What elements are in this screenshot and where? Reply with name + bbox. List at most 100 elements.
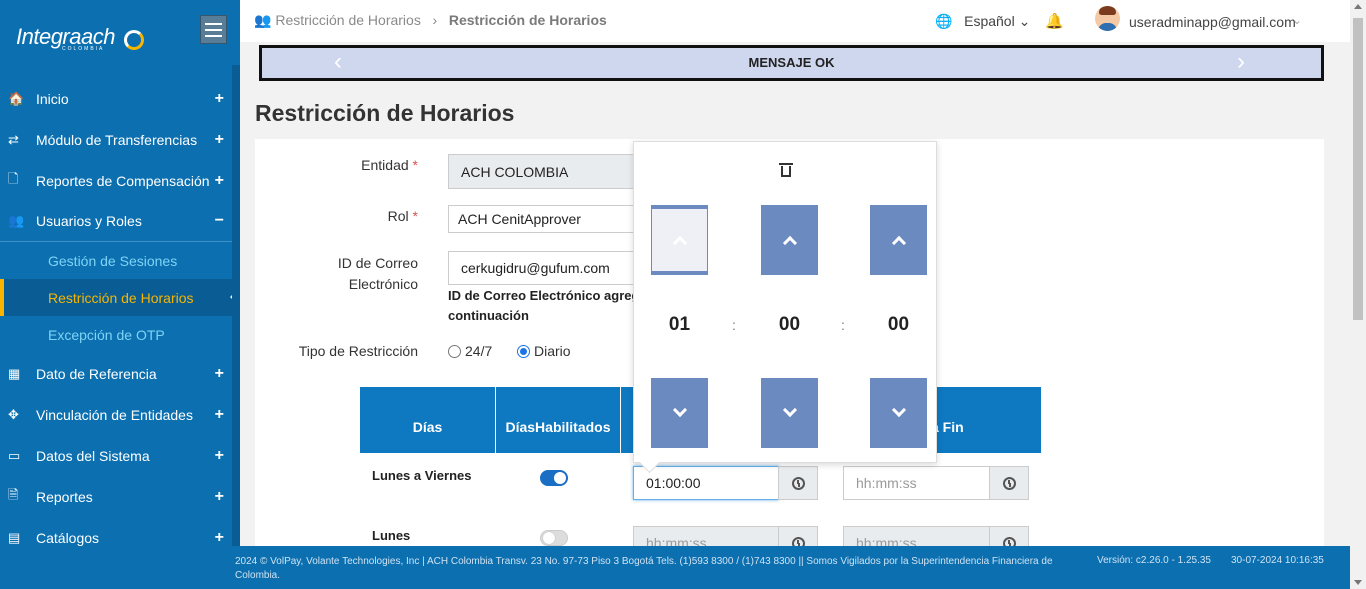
- email-help: ID de Correo Electrónico agreg continuaci…: [448, 288, 634, 323]
- sidebar-item-label: Inicio: [36, 90, 69, 107]
- expand-icon[interactable]: +: [215, 447, 224, 465]
- sidebar-subitem-horarios[interactable]: Restricción de Horarios: [0, 279, 240, 316]
- rol-select[interactable]: ACH CenitApprover: [448, 205, 634, 233]
- message-banner: ‹ MENSAJE OK ›: [259, 45, 1324, 81]
- minute-up-button[interactable]: [761, 205, 818, 275]
- expand-icon[interactable]: +: [215, 172, 224, 190]
- logo-ring-icon: [124, 30, 144, 50]
- sidebar-item-label: Catálogos: [36, 529, 100, 546]
- minute-value[interactable]: 00: [761, 314, 818, 336]
- expand-icon[interactable]: +: [215, 131, 224, 149]
- sidebar-subitem-otp[interactable]: Excepción de OTP: [0, 316, 240, 353]
- enabled-toggle[interactable]: [540, 470, 568, 486]
- transfer-icon: ⇄: [8, 131, 19, 147]
- hour-value[interactable]: 01: [651, 314, 708, 336]
- minute-down-button[interactable]: [761, 378, 818, 448]
- start-time-input[interactable]: 01:00:00: [633, 466, 779, 500]
- enabled-toggle[interactable]: [540, 530, 568, 546]
- expand-icon[interactable]: +: [215, 529, 224, 547]
- end-time-input[interactable]: hh:mm:ss: [843, 466, 990, 500]
- clock-icon[interactable]: [989, 466, 1029, 500]
- sidebar-item-sistema[interactable]: ▭ Datos del Sistema +: [0, 435, 240, 476]
- language-selector[interactable]: 🌐 Español ⌄: [935, 13, 1030, 30]
- clock-icon[interactable]: [778, 466, 818, 500]
- sidebar-item-label: Usuarios y Roles: [36, 213, 142, 229]
- chevron-right-icon[interactable]: ›: [1237, 48, 1245, 76]
- home-icon: 🏠: [8, 90, 25, 106]
- time-separator: :: [732, 317, 736, 333]
- page-scrollbar[interactable]: [1350, 0, 1366, 589]
- radio-icon[interactable]: [448, 344, 461, 358]
- app-root: Integraach COLOMBIA 🏠 Inicio + ⇄ Módulo …: [0, 0, 1366, 589]
- catalog-icon: ▤: [8, 529, 21, 545]
- entidad-field[interactable]: ACH COLOMBIA: [448, 154, 634, 189]
- second-value[interactable]: 00: [870, 314, 927, 336]
- sidebar-item-transferencias[interactable]: ⇄ Módulo de Transferencias +: [0, 119, 240, 160]
- radio-checked-icon[interactable]: [517, 344, 530, 358]
- chevron-up-icon: [672, 235, 687, 251]
- time-picker: 01 : 00 : 00: [633, 141, 937, 463]
- file-icon: 🗋: [8, 170, 19, 186]
- email-field[interactable]: cerkugidru@gufum.com: [448, 251, 634, 285]
- chevron-up-icon: [782, 235, 797, 251]
- sidebar-item-compensacion[interactable]: 🗋 Reportes de Compensación +: [0, 160, 240, 201]
- footer-version: Versión: c2.26.0 - 1.25.35: [1097, 555, 1211, 566]
- sidebar-item-inicio[interactable]: 🏠 Inicio +: [0, 78, 240, 119]
- row-label: Lunes: [372, 528, 411, 543]
- sidebar-item-reportes[interactable]: 🗎 Reportes +: [0, 476, 240, 517]
- breadcrumb-separator-icon: ›: [424, 12, 445, 28]
- sidebar-item-usuarios[interactable]: 👥 Usuarios y Roles −: [0, 201, 240, 242]
- language-label: Español: [964, 13, 1015, 29]
- hour-down-button[interactable]: [651, 378, 708, 448]
- chevron-down-icon: ⌄: [1018, 13, 1031, 29]
- banner-message: MENSAJE OK: [748, 55, 835, 70]
- sidebar-item-referencia[interactable]: ▦ Dato de Referencia +: [0, 353, 240, 394]
- monitor-icon: ▭: [8, 447, 21, 463]
- sidebar-scrollbar[interactable]: [232, 65, 240, 589]
- tipo-label: Tipo de Restricción: [298, 343, 418, 359]
- sidebar-item-vinculacion[interactable]: ✥ Vinculación de Entidades +: [0, 394, 240, 435]
- bell-icon[interactable]: 🔔: [1045, 12, 1064, 30]
- second-up-button[interactable]: [870, 205, 927, 275]
- calendar-icon: ▦: [8, 365, 21, 381]
- time-separator: :: [841, 317, 845, 333]
- avatar[interactable]: [1095, 6, 1120, 31]
- sidebar-item-label: Vinculación de Entidades: [36, 406, 193, 423]
- sidebar-item-label: Datos del Sistema: [36, 447, 150, 464]
- trash-icon[interactable]: [779, 162, 793, 177]
- scroll-down-icon[interactable]: [1354, 580, 1362, 585]
- expand-icon[interactable]: +: [215, 365, 224, 383]
- chevron-down-icon[interactable]: ⌄: [1292, 13, 1302, 27]
- breadcrumb-parent[interactable]: Restricción de Horarios: [275, 12, 421, 28]
- rol-label: Rol *: [387, 208, 418, 224]
- sidebar-item-label: Dato de Referencia: [36, 365, 157, 382]
- radio-247[interactable]: 24/7: [448, 343, 492, 359]
- menu-toggle-button[interactable]: [200, 15, 227, 44]
- breadcrumb-current: Restricción de Horarios: [448, 12, 607, 28]
- expand-icon[interactable]: +: [215, 90, 224, 108]
- expand-icon[interactable]: +: [215, 488, 224, 506]
- sidebar-item-label: Reportes de Compensación: [36, 172, 210, 189]
- email-label: ID de Correo Electrónico: [337, 255, 418, 292]
- collapse-icon[interactable]: −: [215, 212, 224, 230]
- footer: 2024 © VolPay, Volante Technologies, Inc…: [225, 546, 1350, 589]
- footer-datetime: 30-07-2024 10:16:35: [1231, 555, 1324, 566]
- chevron-down-icon: [782, 402, 797, 418]
- hour-up-button[interactable]: [651, 205, 708, 275]
- radio-diario[interactable]: Diario: [517, 343, 571, 359]
- header-dias: Días: [360, 387, 496, 453]
- scroll-up-icon[interactable]: [1354, 4, 1362, 9]
- second-down-button[interactable]: [870, 378, 927, 448]
- chevron-up-icon: [891, 235, 906, 251]
- link-icon: ✥: [8, 406, 19, 422]
- sidebar-subitem-sesiones[interactable]: Gestión de Sesiones: [0, 242, 240, 279]
- sidebar-item-catalogos[interactable]: ▤ Catálogos +: [0, 517, 240, 558]
- sidebar-submenu: Gestión de Sesiones Restricción de Horar…: [0, 242, 240, 353]
- users-icon: 👥: [254, 12, 272, 28]
- entidad-label: Entidad *: [361, 157, 418, 173]
- chevron-left-icon[interactable]: ‹: [334, 48, 342, 76]
- user-email[interactable]: useradminapp@gmail.com: [1129, 14, 1296, 30]
- expand-icon[interactable]: +: [215, 406, 224, 424]
- scrollbar-thumb[interactable]: [1353, 18, 1363, 320]
- report-icon: 🗎: [8, 486, 19, 502]
